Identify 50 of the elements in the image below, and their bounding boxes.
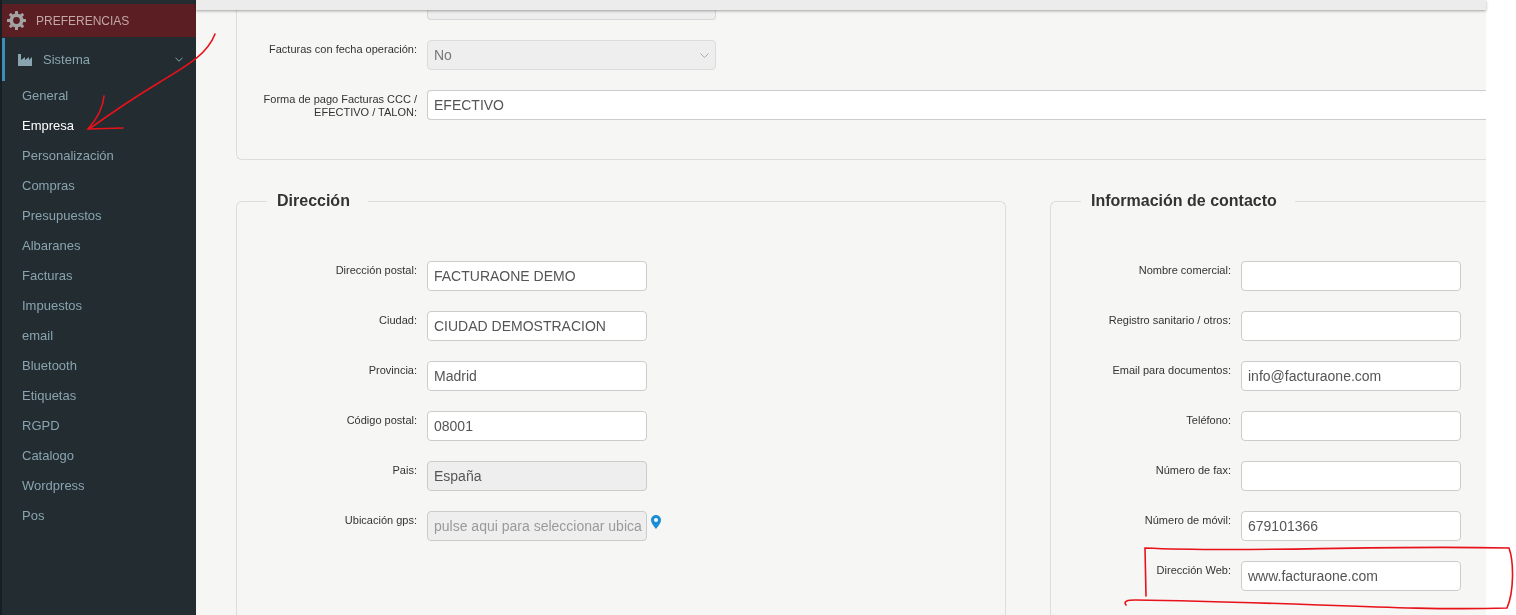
sidebar-item[interactable]: email xyxy=(2,321,54,351)
sidebar-item[interactable]: Personalización xyxy=(2,141,114,171)
sidebar-item[interactable]: Bluetooth xyxy=(2,351,77,381)
sidebar-item[interactable]: Presupuestos xyxy=(2,201,102,231)
field-label: Código postal: xyxy=(346,413,417,427)
input-field[interactable]: info@facturaone.com xyxy=(1241,361,1461,391)
input-field[interactable]: 08001 xyxy=(427,411,647,441)
factory-icon xyxy=(18,53,32,66)
input-field[interactable] xyxy=(1241,411,1461,441)
sidebar-item[interactable]: Facturas xyxy=(2,261,73,291)
select-field[interactable] xyxy=(427,10,716,20)
field-label: Forma de pago Facturas CCC / EFECTIVO / TALON: xyxy=(262,92,417,119)
field-label: Registro sanitario / otros: xyxy=(1108,313,1231,327)
input-field[interactable]: www.facturaone.com xyxy=(1241,561,1461,591)
section-title: Información de contacto xyxy=(1090,191,1278,211)
input-field[interactable]: 679101366 xyxy=(1241,511,1461,541)
sidebar-item[interactable]: Wordpress xyxy=(2,471,85,501)
sidebar-item[interactable]: Etiquetas xyxy=(2,381,77,411)
field-label: Número de fax: xyxy=(1155,463,1231,477)
field-label: Pais: xyxy=(392,463,417,477)
section-title: Dirección xyxy=(276,191,351,211)
sidebar-item[interactable]: RGPD xyxy=(2,411,60,441)
input-field[interactable]: EFECTIVO xyxy=(427,90,1486,120)
field-label: Email para documentos: xyxy=(1112,363,1231,377)
field-label: Número de móvil: xyxy=(1144,513,1231,527)
field-label: Nombre comercial: xyxy=(1138,263,1231,277)
field-label: Dirección postal: xyxy=(335,263,417,277)
field-label: Teléfono: xyxy=(1186,413,1231,427)
input-field[interactable] xyxy=(1241,261,1461,291)
input-field[interactable] xyxy=(1241,311,1461,341)
field-label: Dirección Web: xyxy=(1156,563,1231,577)
field-label: Ciudad: xyxy=(379,313,417,327)
gear-icon xyxy=(7,11,26,30)
sidebar-item[interactable]: Pos xyxy=(2,501,45,531)
sidebar-item[interactable]: Empresa xyxy=(2,111,75,141)
field-label: Provincia: xyxy=(368,363,417,377)
input-field[interactable]: CIUDAD DEMOSTRACION xyxy=(427,311,647,341)
field-label: Facturas con fecha operación: xyxy=(269,42,417,56)
header-title: PREFERENCIAS xyxy=(36,13,130,28)
map-pin-icon[interactable] xyxy=(651,515,661,529)
sidebar-item[interactable]: Catalogo xyxy=(2,441,75,471)
sidebar-item[interactable]: Impuestos xyxy=(2,291,82,321)
sidebar-item[interactable]: General xyxy=(2,81,69,111)
sidebar-item[interactable]: Albaranes xyxy=(2,231,81,261)
input-field[interactable]: FACTURAONE DEMO xyxy=(427,261,647,291)
chevron-down-icon xyxy=(700,52,709,58)
input-field[interactable] xyxy=(1241,461,1461,491)
field-label: Ubicación gps: xyxy=(344,513,417,527)
input-field[interactable]: Madrid xyxy=(427,361,647,391)
sidebar-item[interactable]: Compras xyxy=(2,171,75,201)
